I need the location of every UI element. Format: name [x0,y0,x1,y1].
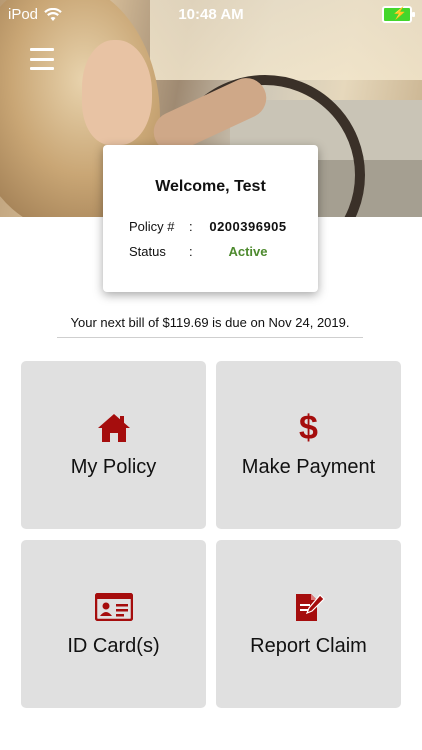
report-claim-label: Report Claim [250,635,367,657]
battery-icon: ⚡ [382,6,415,23]
bill-notice: Your next bill of $119.69 is due on Nov … [57,315,363,338]
status-value: Active [228,244,268,259]
status-separator: : [189,244,193,259]
my-policy-label: My Policy [70,456,157,478]
policy-number: 0200396905 [209,219,287,234]
make-payment-label: Make Payment [241,456,376,478]
report-claim-button[interactable]: Report Claim [216,540,401,708]
make-payment-button[interactable]: $ Make Payment [216,361,401,529]
status-bar: iPod 10:48 AM ⚡ [0,0,422,28]
clock: 10:48 AM [178,6,244,23]
id-cards-button[interactable]: ID Card(s) [21,540,206,708]
status-label: Status [129,244,166,259]
report-claim-icon [295,594,325,621]
hamburger-menu-icon[interactable] [30,48,54,70]
welcome-greeting: Welcome, Test [155,178,266,195]
dollar-icon: $ [299,409,318,447]
home-icon [97,414,130,442]
id-cards-label: ID Card(s) [67,635,160,657]
policy-separator: : [189,219,193,234]
welcome-card: Welcome, Test Policy # : 0200396905 Stat… [103,145,318,292]
policy-label: Policy # [129,219,175,234]
my-policy-button[interactable]: My Policy [21,361,206,529]
id-card-icon [94,593,133,621]
